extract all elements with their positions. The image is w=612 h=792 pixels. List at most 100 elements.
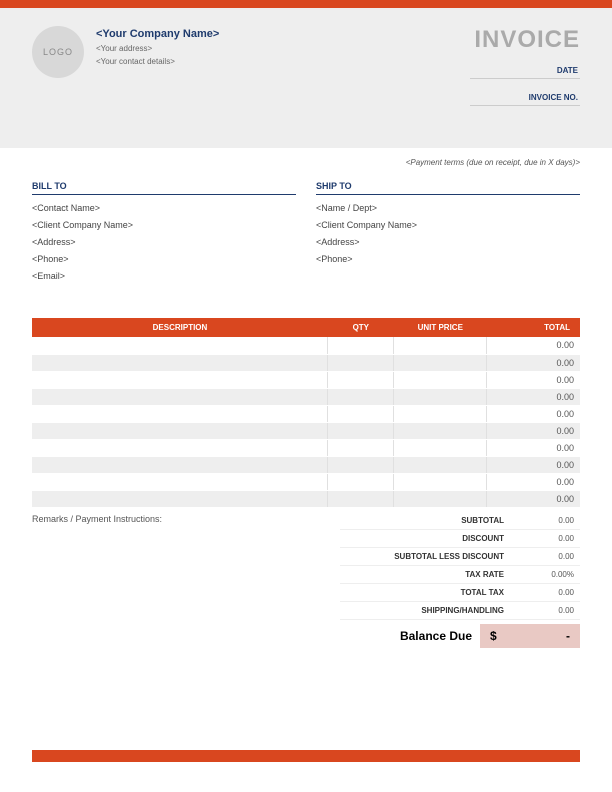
total-tax-label: TOTAL TAX — [340, 588, 504, 597]
line-items-table: DESCRIPTION QTY UNIT PRICE TOTAL 0.00 0.… — [32, 318, 580, 508]
col-unit-price: UNIT PRICE — [394, 318, 487, 337]
cell-qty — [328, 354, 394, 371]
total-tax-row: TOTAL TAX 0.00 — [340, 584, 580, 602]
bill-to-line: <Phone> — [32, 254, 296, 264]
cell-description — [32, 473, 328, 490]
discount-row: DISCOUNT 0.00 — [340, 530, 580, 548]
invoice-meta-block: INVOICE DATE INVOICE NO. — [470, 26, 580, 126]
table-row: 0.00 — [32, 456, 580, 473]
table-row: 0.00 — [32, 354, 580, 371]
cell-unit-price — [394, 354, 487, 371]
balance-due-label: Balance Due — [340, 629, 480, 643]
cell-total: 0.00 — [487, 473, 580, 490]
cell-unit-price — [394, 405, 487, 422]
ship-to-line: <Address> — [316, 237, 580, 247]
shipping-label: SHIPPING/HANDLING — [340, 606, 504, 615]
table-row: 0.00 — [32, 422, 580, 439]
ship-to-header: SHIP TO — [316, 181, 580, 195]
footer-accent-bar — [32, 750, 580, 762]
discount-value: 0.00 — [504, 534, 574, 543]
cell-description — [32, 337, 328, 354]
logo-placeholder: LOGO — [32, 26, 84, 78]
cell-qty — [328, 422, 394, 439]
remarks-label: Remarks / Payment Instructions: — [32, 512, 340, 648]
cell-description — [32, 490, 328, 507]
ship-to-column: SHIP TO <Name / Dept> <Client Company Na… — [316, 181, 580, 288]
cell-unit-price — [394, 439, 487, 456]
subtotal-label: SUBTOTAL — [340, 516, 504, 525]
bill-to-header: BILL TO — [32, 181, 296, 195]
col-description: DESCRIPTION — [32, 318, 328, 337]
totals-block: SUBTOTAL 0.00 DISCOUNT 0.00 SUBTOTAL LES… — [340, 512, 580, 648]
cell-description — [32, 422, 328, 439]
shipping-value: 0.00 — [504, 606, 574, 615]
cell-description — [32, 354, 328, 371]
bill-to-column: BILL TO <Contact Name> <Client Company N… — [32, 181, 296, 288]
table-row: 0.00 — [32, 473, 580, 490]
cell-description — [32, 405, 328, 422]
cell-total: 0.00 — [487, 354, 580, 371]
logo-block: LOGO <Your Company Name> <Your address> … — [32, 26, 219, 126]
subtotal-less-row: SUBTOTAL LESS DISCOUNT 0.00 — [340, 548, 580, 566]
cell-unit-price — [394, 490, 487, 507]
cell-qty — [328, 371, 394, 388]
header-section: LOGO <Your Company Name> <Your address> … — [0, 8, 612, 148]
table-row: 0.00 — [32, 388, 580, 405]
table-row: 0.00 — [32, 337, 580, 354]
table-row: 0.00 — [32, 439, 580, 456]
ship-to-line: <Client Company Name> — [316, 220, 580, 230]
table-row: 0.00 — [32, 405, 580, 422]
cell-unit-price — [394, 456, 487, 473]
cell-description — [32, 439, 328, 456]
cell-qty — [328, 490, 394, 507]
tax-rate-value: 0.00% — [504, 570, 574, 579]
cell-unit-price — [394, 337, 487, 354]
summary-section: Remarks / Payment Instructions: SUBTOTAL… — [32, 512, 580, 648]
shipping-row: SHIPPING/HANDLING 0.00 — [340, 602, 580, 620]
cell-unit-price — [394, 371, 487, 388]
cell-total: 0.00 — [487, 337, 580, 354]
cell-total: 0.00 — [487, 456, 580, 473]
company-address: <Your address> — [96, 44, 219, 53]
subtotal-row: SUBTOTAL 0.00 — [340, 512, 580, 530]
payment-terms: <Payment terms (due on receipt, due in X… — [32, 158, 580, 167]
cell-qty — [328, 405, 394, 422]
cell-unit-price — [394, 473, 487, 490]
cell-qty — [328, 439, 394, 456]
cell-description — [32, 388, 328, 405]
bill-to-line: <Client Company Name> — [32, 220, 296, 230]
bill-to-line: <Address> — [32, 237, 296, 247]
subtotal-less-label: SUBTOTAL LESS DISCOUNT — [340, 552, 504, 561]
balance-due-box: $ - — [480, 624, 580, 648]
cell-unit-price — [394, 388, 487, 405]
company-name: <Your Company Name> — [96, 28, 219, 40]
company-info: <Your Company Name> <Your address> <Your… — [96, 28, 219, 66]
cell-qty — [328, 388, 394, 405]
date-label: DATE — [470, 66, 580, 79]
col-qty: QTY — [328, 318, 394, 337]
cell-description — [32, 371, 328, 388]
bill-to-line: <Contact Name> — [32, 203, 296, 213]
address-grid: BILL TO <Contact Name> <Client Company N… — [32, 181, 580, 288]
invoice-title: INVOICE — [470, 26, 580, 54]
tax-rate-label: TAX RATE — [340, 570, 504, 579]
table-row: 0.00 — [32, 371, 580, 388]
top-accent-bar — [0, 0, 612, 8]
subtotal-less-value: 0.00 — [504, 552, 574, 561]
cell-total: 0.00 — [487, 439, 580, 456]
cell-description — [32, 456, 328, 473]
bill-to-line: <Email> — [32, 271, 296, 281]
cell-qty — [328, 337, 394, 354]
cell-total: 0.00 — [487, 490, 580, 507]
cell-unit-price — [394, 422, 487, 439]
total-tax-value: 0.00 — [504, 588, 574, 597]
col-total: TOTAL — [487, 318, 580, 337]
invoice-no-label: INVOICE NO. — [470, 93, 580, 106]
balance-value: - — [566, 629, 570, 643]
subtotal-value: 0.00 — [504, 516, 574, 525]
discount-label: DISCOUNT — [340, 534, 504, 543]
cell-total: 0.00 — [487, 405, 580, 422]
cell-qty — [328, 473, 394, 490]
cell-total: 0.00 — [487, 371, 580, 388]
balance-due-row: Balance Due $ - — [340, 624, 580, 648]
